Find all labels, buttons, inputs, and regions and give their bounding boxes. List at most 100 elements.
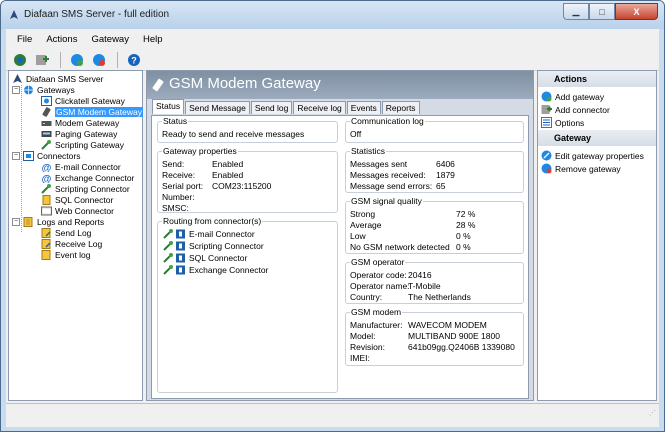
- stat-value: 65: [436, 181, 446, 191]
- tree-logs[interactable]: Logs and Reports: [23, 216, 104, 227]
- stat-value: 1879: [436, 170, 455, 180]
- tree-item-label: Send Log: [55, 227, 92, 238]
- add-icon[interactable]: [32, 51, 52, 69]
- tree-item-label: Scripting Connector: [55, 183, 130, 194]
- route-item[interactable]: Exchange Connector: [163, 265, 268, 275]
- tree-gateway-gsm-modem[interactable]: GSM Modem Gateway: [41, 106, 143, 117]
- resize-grip-icon[interactable]: ⋰: [649, 409, 656, 417]
- edit-gateway-properties-button[interactable]: Edit gateway properties: [541, 150, 644, 161]
- route-item[interactable]: E-mail Connector: [163, 229, 255, 239]
- route-arrow-icon: [163, 229, 185, 239]
- add-connector-icon: [541, 105, 552, 114]
- menu-help[interactable]: Help: [136, 34, 170, 45]
- modem-key: Revision:: [350, 342, 385, 352]
- title-bar[interactable]: Diafaan SMS Server - full edition ▁ □ X: [1, 1, 664, 29]
- tree-gateway-modem[interactable]: Modem Gateway: [41, 117, 119, 128]
- prop-key: Receive:: [162, 170, 196, 180]
- tree-root[interactable]: Diafaan SMS Server: [12, 73, 103, 84]
- tree-connectors[interactable]: Connectors: [23, 150, 80, 161]
- group-title: Communication log: [350, 116, 425, 126]
- status-group: Status Ready to send and receive message…: [157, 116, 338, 143]
- report-icon: [23, 216, 33, 227]
- window-title: Diafaan SMS Server - full edition: [24, 9, 170, 20]
- signal-key: Low: [350, 231, 366, 241]
- phone-icon: [42, 106, 51, 117]
- add-connector-button[interactable]: Add connector: [541, 104, 610, 115]
- route-label: E-mail Connector: [189, 229, 255, 239]
- tab-send-message[interactable]: Send Message: [185, 101, 250, 114]
- route-label: Exchange Connector: [189, 265, 269, 275]
- toolbar-separator: [60, 51, 61, 68]
- gateway-icon[interactable]: [67, 51, 87, 69]
- modem-value: MULTIBAND 900E 1800: [408, 331, 500, 341]
- tab-receive-log[interactable]: Receive log: [293, 101, 346, 114]
- tree-item-label: GSM Modem Gateway: [55, 106, 143, 117]
- tab-status[interactable]: Status: [152, 99, 185, 114]
- tree-line: [21, 85, 22, 232]
- tree-connector-web[interactable]: Web Connector: [41, 205, 114, 216]
- action-label: Options: [555, 117, 585, 128]
- modem-key: Manufacturer:: [350, 320, 403, 330]
- tree-gateways-label: Gateways: [37, 84, 75, 95]
- collapse-connectors-button[interactable]: −: [12, 152, 20, 160]
- tree-connector-scripting[interactable]: Scripting Connector: [41, 183, 130, 194]
- collapse-logs-button[interactable]: −: [12, 218, 20, 226]
- gateway-actions-header: Gateway: [538, 130, 656, 146]
- script-icon: [41, 139, 51, 150]
- tree-log-receive[interactable]: Receive Log: [41, 238, 102, 249]
- remove-gateway-button[interactable]: Remove gateway: [541, 163, 621, 174]
- menu-actions[interactable]: Actions: [39, 34, 84, 45]
- signal-key: Average: [350, 220, 382, 230]
- options-icon: [541, 117, 552, 128]
- close-button[interactable]: X: [615, 3, 658, 20]
- menu-file[interactable]: File: [10, 34, 39, 45]
- tree-gateway-clickatell[interactable]: Clickatell Gateway: [41, 95, 125, 106]
- add-gateway-button[interactable]: Add gateway: [541, 91, 604, 102]
- minimize-button[interactable]: ▁: [563, 3, 589, 20]
- options-button[interactable]: Options: [541, 117, 584, 128]
- tree-item-label: E-mail Connector: [55, 161, 121, 172]
- app-window: Diafaan SMS Server - full edition ▁ □ X …: [0, 0, 665, 432]
- remove-gateway-icon: [541, 163, 552, 174]
- app-logo-icon: [13, 73, 22, 83]
- toolbar: ?: [6, 49, 659, 71]
- status-tab-panel: Status Ready to send and receive message…: [151, 115, 529, 399]
- tree-gateway-scripting[interactable]: Scripting Gateway: [41, 139, 124, 150]
- phone-icon: [152, 78, 164, 92]
- web-icon: [41, 206, 52, 215]
- tree-connector-email[interactable]: @ E-mail Connector: [41, 161, 121, 172]
- tree-log-send[interactable]: Send Log: [41, 227, 91, 238]
- maximize-button[interactable]: □: [589, 3, 615, 20]
- modem-value: 641b09gg.Q2406B 1339080: [408, 342, 515, 352]
- tree-log-event[interactable]: Event log: [41, 249, 90, 260]
- globe-icon: [24, 85, 33, 94]
- tree-connector-sql[interactable]: SQL Connector: [41, 194, 113, 205]
- signal-value: 28 %: [456, 220, 476, 230]
- gateway-remove-icon[interactable]: [89, 51, 109, 69]
- action-label: Add connector: [555, 104, 610, 115]
- communication-log-value: Off: [350, 129, 362, 139]
- actions-panel: Actions Add gateway Add connector Option…: [537, 70, 657, 401]
- collapse-gateways-button[interactable]: −: [12, 86, 20, 94]
- tab-reports[interactable]: Reports: [381, 101, 420, 114]
- menu-gateway[interactable]: Gateway: [84, 34, 136, 45]
- operator-group: GSM operator Operator code: 20416 Operat…: [345, 257, 524, 304]
- signal-quality-group: GSM signal quality Strong 72 % Average 2…: [345, 196, 524, 254]
- prop-key: Send:: [162, 159, 185, 169]
- stat-key: Messages received:: [350, 170, 426, 180]
- route-item[interactable]: SQL Connector: [163, 253, 247, 263]
- tree-connector-exchange[interactable]: @ Exchange Connector: [41, 172, 135, 183]
- tree-item-label: Scripting Gateway: [55, 139, 124, 150]
- help-icon[interactable]: ?: [124, 51, 144, 69]
- tab-events[interactable]: Events: [346, 101, 381, 114]
- app-logo-icon: [10, 10, 18, 19]
- group-title: Gateway properties: [162, 146, 238, 156]
- route-item[interactable]: Scripting Connector: [163, 241, 264, 251]
- tree-gateways[interactable]: Gateways: [23, 84, 75, 95]
- connect-icon[interactable]: [10, 51, 30, 69]
- modem-icon: [41, 120, 52, 126]
- tree-gateway-paging[interactable]: Paging Gateway: [41, 128, 117, 139]
- action-label: Remove gateway: [555, 163, 621, 174]
- status-bar: ⋰: [6, 403, 659, 419]
- tab-send-log[interactable]: Send log: [250, 101, 293, 114]
